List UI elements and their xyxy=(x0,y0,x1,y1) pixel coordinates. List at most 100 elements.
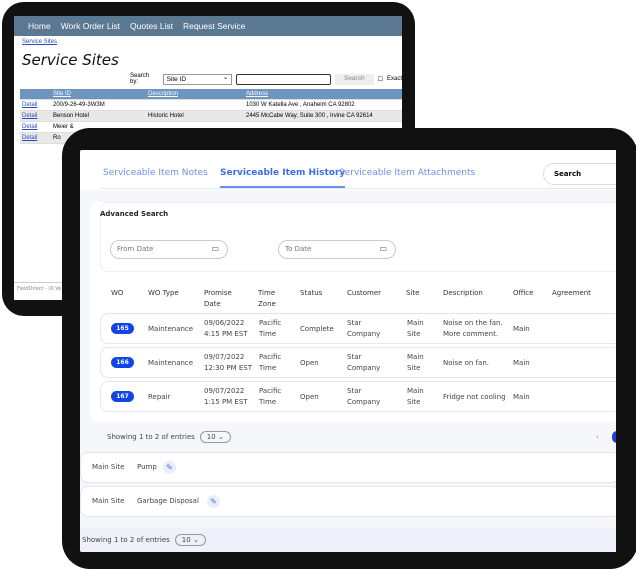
tab-attachments[interactable]: Serviceable Item Attachments xyxy=(339,168,475,178)
col-promise-date: Promise Date xyxy=(204,289,232,308)
showing-text: Showing 1 to 2 of entries xyxy=(107,433,195,441)
time-zone: Pacific Time xyxy=(259,387,282,406)
calendar-icon[interactable]: ▭ xyxy=(211,244,219,253)
col-wo-type: WO Type xyxy=(148,289,179,297)
page-size-select[interactable]: 10 ⌄ xyxy=(174,534,206,546)
promise-date: 09/07/2022 12:30 PM EST xyxy=(204,352,252,374)
search-input[interactable] xyxy=(236,73,331,85)
site: Main Site xyxy=(407,353,424,372)
description: Fridge not cooling xyxy=(443,393,506,401)
col-customer: Customer xyxy=(347,289,382,297)
exact-label: Exact xyxy=(386,76,402,82)
showing-text: Showing 1 to 2 of entries xyxy=(82,536,170,544)
office: Main xyxy=(513,359,530,367)
promise-date: 09/07/2022 1:15 PM EST xyxy=(204,386,248,408)
promise-date-line1: 09/07/2022 xyxy=(204,387,245,395)
advanced-search-box xyxy=(100,202,616,272)
serviceable-item-screen: Serviceable Item Notes Serviceable Item … xyxy=(80,150,616,552)
description: Noise on fan. xyxy=(443,359,490,367)
site-item-row: Main Site Garbage Disposal ✎ xyxy=(80,486,616,517)
to-date-input[interactable]: To Date ▭ xyxy=(278,240,396,259)
table-row: Detail Benson Hotel Historic Hotel 2445 McC… xyxy=(20,111,402,122)
promise-date: 09/06/2022 4:15 PM EST xyxy=(204,318,248,340)
office: Main xyxy=(513,325,530,333)
advanced-search-title: Advanced Search xyxy=(100,210,169,218)
wo-badge[interactable]: 165 xyxy=(111,323,134,334)
wo-badge[interactable]: 167 xyxy=(111,391,134,402)
search-button[interactable]: Search xyxy=(334,73,374,85)
col-description: Description xyxy=(443,289,483,297)
col-address[interactable]: Address xyxy=(246,91,402,97)
current-page-button[interactable] xyxy=(612,431,616,443)
table-row[interactable]: 166 Maintenance 09/07/2022 12:30 PM EST Paci… xyxy=(100,347,616,378)
time-zone: Pacific Time xyxy=(259,319,282,338)
nav-request-service[interactable]: Request Service xyxy=(183,21,245,31)
pagination-info-bottom: Showing 1 to 2 of entries 10 ⌄ xyxy=(82,534,206,546)
detail-link[interactable]: Detail xyxy=(20,124,53,130)
item-name: Pump xyxy=(137,463,157,471)
site: Main Site xyxy=(407,387,424,406)
prev-page-button[interactable]: ‹ xyxy=(596,433,599,441)
customer: Star Company xyxy=(347,353,381,372)
calendar-icon[interactable]: ▭ xyxy=(379,244,387,253)
wo-type: Repair xyxy=(148,393,171,401)
col-site-id[interactable]: Site ID xyxy=(53,91,148,97)
top-nav: Home Work Order List Quotes List Request… xyxy=(14,16,402,36)
wo-badge[interactable]: 166 xyxy=(111,357,134,368)
description: Noise on the fan. More comment. xyxy=(443,319,503,338)
tab-notes[interactable]: Serviceable Item Notes xyxy=(103,168,208,178)
detail-link[interactable]: Detail xyxy=(20,102,53,108)
site-id: Benson Hotel xyxy=(53,113,90,119)
office: Main xyxy=(513,393,530,401)
promise-date-line2: 4:15 PM EST xyxy=(204,330,248,338)
col-time-zone: Time Zone xyxy=(258,289,276,308)
search-input[interactable]: Search xyxy=(543,163,616,185)
search-by-select[interactable]: Site ID xyxy=(162,73,233,85)
from-date-input[interactable]: From Date ▭ xyxy=(110,240,228,259)
detail-link[interactable]: Detail xyxy=(20,135,53,141)
wo-type: Maintenance xyxy=(148,325,194,333)
col-site: Site xyxy=(406,289,420,297)
promise-date-line1: 09/07/2022 xyxy=(204,353,245,361)
table-row[interactable]: 165 Maintenance 09/06/2022 4:15 PM EST Pacif… xyxy=(100,313,616,344)
status: Complete xyxy=(300,325,334,333)
edit-pencil-icon[interactable]: ✎ xyxy=(207,495,220,508)
pagination-info: Showing 1 to 2 of entries 10 ⌄ xyxy=(107,431,231,443)
nav-work-order-list[interactable]: Work Order List xyxy=(61,21,120,31)
status: Open xyxy=(300,359,319,367)
page-size-value: 10 xyxy=(206,433,216,441)
page-size-select[interactable]: 10 ⌄ xyxy=(199,431,231,443)
nav-home[interactable]: Home xyxy=(28,21,51,31)
address: 2445 McCabe Way, Suite 300 , Irvine CA 9… xyxy=(246,113,373,119)
exact-checkbox[interactable]: ☐ xyxy=(378,76,383,83)
search-by-label: Search by: xyxy=(130,73,150,85)
customer: Star Company xyxy=(347,387,381,406)
site-id: 200/9-26-49-3W3M xyxy=(53,102,105,108)
nav-quotes-list[interactable]: Quotes List xyxy=(130,21,173,31)
tab-history[interactable]: Serviceable Item History xyxy=(220,168,346,188)
col-status: Status xyxy=(300,289,323,297)
to-date-placeholder: To Date xyxy=(285,245,312,253)
customer: Star Company xyxy=(347,319,381,338)
time-zone: Pacific Time xyxy=(259,353,282,372)
status: Open xyxy=(300,393,319,401)
detail-link[interactable]: Detail xyxy=(20,113,53,119)
search-bar: Search by: Site ID Search ☐Exact xyxy=(130,73,402,86)
col-description[interactable]: Description xyxy=(148,91,246,97)
table-row: Detail 200/9-26-49-3W3M 1030 W Katella Ave… xyxy=(20,100,402,111)
wo-type: Maintenance xyxy=(148,359,194,367)
promise-date-line2: 12:30 PM EST xyxy=(204,364,253,372)
table-row[interactable]: 167 Repair 09/07/2022 1:15 PM EST Pacific Ti… xyxy=(100,381,616,412)
page-title: Service Sites xyxy=(22,51,119,69)
edit-pencil-icon[interactable]: ✎ xyxy=(163,461,176,474)
col-agreement: Agreement xyxy=(552,289,591,297)
tab-bar: Serviceable Item Notes Serviceable Item … xyxy=(80,150,616,190)
promise-date-line2: 1:15 PM EST xyxy=(204,398,248,406)
site-item-row: Main Site Pump ✎ xyxy=(80,452,616,483)
site: Main Site xyxy=(407,319,424,338)
from-date-placeholder: From Date xyxy=(117,245,154,253)
breadcrumb[interactable]: Service Sites xyxy=(22,39,57,45)
address: 1030 W Katella Ave , Anaheim CA 92802 xyxy=(246,102,355,108)
description: Historic Hotel xyxy=(148,113,184,119)
table-header: Site ID Description Address xyxy=(20,89,402,100)
